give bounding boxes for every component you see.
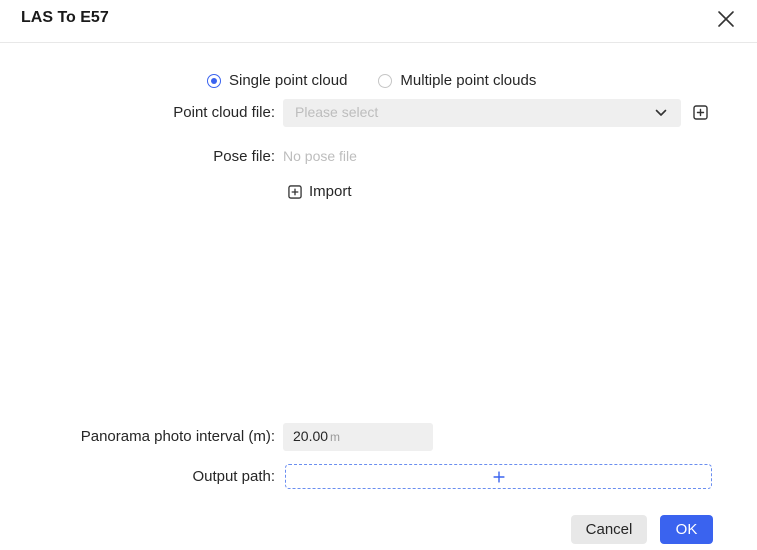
radio-single-point-cloud[interactable]: Single point cloud	[207, 72, 347, 89]
plus-square-icon	[693, 105, 708, 120]
add-point-cloud-button[interactable]	[693, 105, 708, 120]
output-path-select[interactable]	[285, 464, 712, 489]
pose-file-label: Pose file:	[213, 148, 275, 165]
radio-checked-icon	[207, 73, 221, 88]
ok-button[interactable]: OK	[660, 515, 713, 544]
interval-value-wrap: 20.00 m	[293, 428, 340, 444]
pose-file-value: No pose file	[283, 148, 357, 164]
radio-label: Single point cloud	[229, 72, 348, 89]
radio-label: Multiple point clouds	[400, 72, 537, 89]
interval-value: 20.00	[293, 428, 329, 444]
import-label: Import	[309, 183, 352, 200]
radio-multiple-point-clouds[interactable]: Multiple point clouds	[378, 72, 536, 89]
dialog-title: LAS To E57	[21, 9, 109, 26]
panorama-interval-label: Panorama photo interval (m):	[80, 428, 275, 445]
close-button[interactable]	[716, 9, 736, 29]
panorama-interval-input[interactable]: 20.00 m	[283, 423, 433, 451]
cancel-button[interactable]: Cancel	[571, 515, 647, 544]
plus-icon	[493, 471, 504, 482]
interval-unit: m	[330, 430, 341, 444]
select-placeholder: Please select	[295, 104, 379, 120]
point-cloud-file-select[interactable]: Please select	[283, 99, 681, 127]
plus-square-icon	[288, 184, 302, 199]
chevron-down-icon	[655, 109, 667, 116]
import-button[interactable]: Import	[288, 183, 352, 200]
point-cloud-file-label: Point cloud file:	[173, 104, 275, 121]
dialog-header: LAS To E57	[0, 0, 757, 43]
close-icon	[718, 11, 734, 27]
radio-unchecked-icon	[378, 73, 393, 88]
output-path-label: Output path:	[192, 468, 275, 485]
mode-radio-group: Single point cloud Multiple point clouds	[207, 72, 536, 89]
